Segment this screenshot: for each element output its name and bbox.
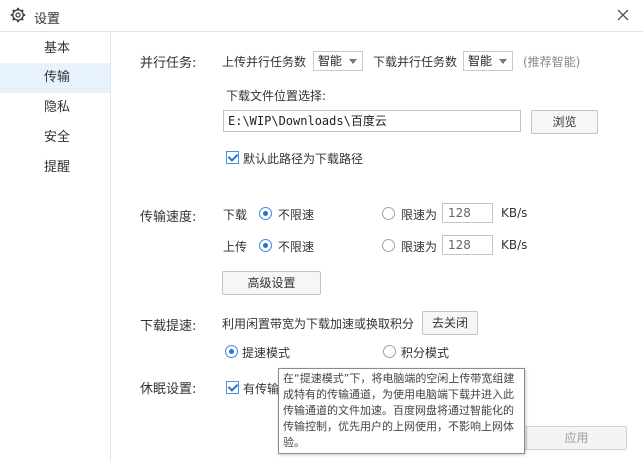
browse-button[interactable]: 浏览	[531, 110, 598, 134]
download-limit-radio[interactable]	[382, 207, 395, 220]
upload-unlimited-label: 不限速	[278, 240, 315, 254]
upload-limit-value: 128	[448, 238, 471, 252]
sidebar-item-label: 隐私	[44, 100, 71, 115]
sidebar-item-basic[interactable]: 基本	[0, 34, 110, 64]
boost-description: 利用闲置带宽为下载加速或换取积分	[222, 317, 415, 331]
sidebar: 基本 传输 隐私 安全 提醒	[0, 32, 111, 462]
download-parallel-label: 下载并行任务数	[373, 55, 458, 69]
speed-section-label: 传输速度:	[140, 210, 197, 225]
download-unit-label: KB/s	[501, 206, 528, 220]
chevron-down-icon	[349, 59, 357, 64]
speed-mode-radio[interactable]	[225, 345, 238, 358]
upload-speed-label: 上传	[223, 240, 248, 254]
boost-close-label: 去关闭	[431, 316, 468, 330]
download-location-label: 下载文件位置选择:	[226, 89, 327, 103]
download-unlimited-label: 不限速	[278, 208, 315, 222]
upload-parallel-value: 智能	[318, 54, 343, 68]
sleep-checkbox-label: 有传输	[243, 382, 280, 396]
upload-unlimited-radio[interactable]	[259, 239, 272, 252]
download-limit-label: 限速为	[401, 208, 438, 222]
default-path-checkbox[interactable]	[226, 151, 239, 164]
upload-limit-input[interactable]: 128	[442, 235, 493, 255]
sleep-section-label: 休眠设置:	[140, 382, 197, 397]
sidebar-item-label: 基本	[44, 41, 71, 56]
download-limit-input[interactable]: 128	[442, 203, 493, 223]
advanced-settings-label: 高级设置	[247, 276, 296, 290]
sleep-checkbox[interactable]	[226, 381, 239, 394]
sidebar-item-reminder[interactable]: 提醒	[0, 153, 110, 183]
sidebar-item-transfer[interactable]: 传输	[0, 63, 110, 93]
apply-button-label: 应用	[564, 431, 589, 445]
download-parallel-value: 智能	[468, 54, 493, 68]
title-bar: 设置	[0, 0, 643, 32]
points-mode-radio[interactable]	[383, 345, 396, 358]
upload-limit-radio[interactable]	[382, 239, 395, 252]
upload-limit-label: 限速为	[401, 240, 438, 254]
boost-close-button[interactable]: 去关闭	[422, 311, 478, 335]
upload-parallel-select[interactable]: 智能	[313, 51, 363, 71]
parallel-hint: (推荐智能)	[523, 55, 581, 69]
sidebar-item-label: 安全	[44, 130, 71, 145]
download-speed-label: 下载	[223, 208, 248, 222]
upload-parallel-label: 上传并行任务数	[222, 55, 307, 69]
download-parallel-select[interactable]: 智能	[463, 51, 513, 71]
default-path-label: 默认此路径为下载路径	[243, 152, 364, 166]
tooltip-text: 在“提速模式”下，将电脑端的空闲上传带宽组建成特有的传输通道，为使用电脑端下载并…	[283, 372, 515, 449]
sidebar-item-label: 提醒	[44, 160, 71, 175]
sidebar-item-security[interactable]: 安全	[0, 123, 110, 153]
parallel-section-label: 并行任务:	[140, 56, 197, 71]
window-title: 设置	[34, 12, 61, 27]
apply-button[interactable]: 应用	[526, 426, 627, 450]
browse-button-label: 浏览	[552, 115, 577, 129]
speed-mode-label: 提速模式	[242, 346, 291, 360]
sidebar-item-privacy[interactable]: 隐私	[0, 93, 110, 123]
sidebar-item-label: 传输	[44, 70, 71, 85]
advanced-settings-button[interactable]: 高级设置	[222, 271, 321, 295]
download-path-value: E:\WIP\Downloads\百度云	[228, 114, 387, 128]
points-mode-label: 积分模式	[401, 346, 450, 360]
boost-section-label: 下载提速:	[140, 319, 197, 334]
close-icon[interactable]	[613, 5, 633, 25]
boost-tooltip: 在“提速模式”下，将电脑端的空闲上传带宽组建成特有的传输通道，为使用电脑端下载并…	[278, 368, 525, 454]
gear-icon	[10, 7, 26, 23]
download-path-input[interactable]: E:\WIP\Downloads\百度云	[223, 110, 521, 132]
upload-unit-label: KB/s	[501, 238, 528, 252]
chevron-down-icon	[499, 59, 507, 64]
download-limit-value: 128	[448, 206, 471, 220]
download-unlimited-radio[interactable]	[259, 207, 272, 220]
